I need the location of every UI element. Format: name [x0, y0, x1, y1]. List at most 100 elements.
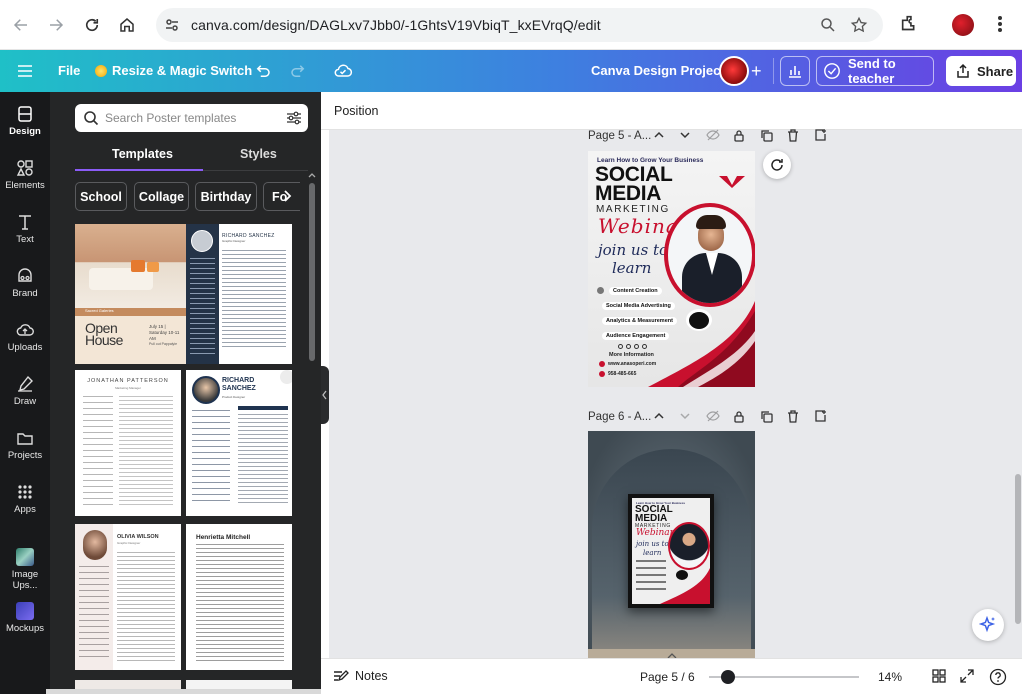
- bookmark-star-icon[interactable]: [850, 16, 868, 34]
- tab-styles[interactable]: Styles: [240, 147, 277, 161]
- editor-footer: Notes Page 5 / 6 14%: [321, 658, 1022, 694]
- image-upscaler-icon: [16, 548, 34, 566]
- duplicate-page-icon[interactable]: [760, 129, 773, 142]
- resize-label: Resize & Magic Switch: [112, 63, 253, 78]
- delete-page-icon[interactable]: [787, 410, 799, 423]
- reload-icon[interactable]: [80, 13, 104, 37]
- chip-collage[interactable]: Collage: [134, 182, 189, 211]
- address-bar[interactable]: canva.com/design/DAGLxv7Jbb0/-1GhtsV19Vb…: [156, 8, 883, 42]
- page-title[interactable]: Page 5 - A...: [588, 130, 651, 142]
- panel-scroll-thumb[interactable]: [309, 183, 315, 361]
- poster-bullet: Audience Engagement: [602, 331, 670, 340]
- zoom-level[interactable]: 14%: [878, 670, 902, 684]
- rail-item-brand[interactable]: Brand: [0, 266, 50, 299]
- page-6-canvas[interactable]: Learn How to Grow Your Business SOCIAL M…: [588, 431, 755, 658]
- canvas-scroll-thumb[interactable]: [1015, 474, 1021, 624]
- cloud-saved-icon[interactable]: [333, 61, 353, 81]
- template-card-open-house[interactable]: Sacred Galeries Open House July 15 | Sat…: [75, 224, 187, 364]
- help-icon[interactable]: [989, 668, 1007, 686]
- redo-icon[interactable]: [289, 62, 307, 80]
- template-card-resume-4[interactable]: OLIVIA WILSON Graphic Designer: [75, 524, 181, 670]
- rail-item-uploads[interactable]: Uploads: [0, 320, 50, 353]
- hide-page-icon[interactable]: [706, 410, 720, 422]
- poster-bullet: Analytics & Measurement: [602, 316, 677, 325]
- home-icon[interactable]: [115, 13, 139, 37]
- chevron-up-icon[interactable]: [653, 129, 665, 141]
- poster-bullets: Content Creation Social Media Advertisin…: [597, 283, 677, 343]
- page-5-canvas[interactable]: Learn How to Grow Your Business SOCIAL M…: [588, 151, 755, 387]
- mockups-icon: [16, 602, 34, 620]
- duplicate-page-icon[interactable]: [760, 410, 773, 423]
- project-title[interactable]: Canva Design Project: [591, 63, 725, 78]
- resize-magic-switch-button[interactable]: Resize & Magic Switch: [95, 63, 252, 78]
- chevron-right-icon[interactable]: [282, 190, 292, 202]
- zoom-lens-icon[interactable]: [819, 16, 837, 34]
- zoom-slider-knob[interactable]: [721, 670, 735, 684]
- site-settings-icon[interactable]: [164, 17, 180, 33]
- template-card-resume-3[interactable]: RICHARD SANCHEZ Product Designer: [186, 370, 292, 516]
- collapse-panel-handle[interactable]: [321, 366, 329, 424]
- profile-avatar[interactable]: [952, 14, 974, 36]
- delete-page-icon[interactable]: [787, 129, 799, 142]
- template-title: OLIVIA WILSON: [117, 534, 159, 540]
- fullscreen-icon[interactable]: [959, 668, 975, 684]
- chevron-down-icon[interactable]: [679, 410, 691, 422]
- zoom-slider[interactable]: [709, 670, 859, 684]
- url-text[interactable]: canva.com/design/DAGLxv7Jbb0/-1GhtsV19Vb…: [191, 17, 601, 33]
- extensions-icon[interactable]: [899, 13, 921, 35]
- template-search[interactable]: [75, 104, 308, 132]
- chip-school[interactable]: School: [75, 182, 127, 211]
- share-button[interactable]: Share: [946, 56, 1016, 86]
- search-input[interactable]: [105, 109, 275, 127]
- template-card-resume-2[interactable]: JONATHAN PATTERSON Marketing Manager: [75, 370, 181, 516]
- template-card-resume-1[interactable]: RICHARD SANCHEZ Graphic Designer: [186, 224, 292, 364]
- poster-portrait: [664, 203, 755, 307]
- rail-item-text[interactable]: Text: [0, 212, 50, 245]
- notes-button[interactable]: Notes: [333, 669, 388, 683]
- rail-item-elements[interactable]: Elements: [0, 158, 50, 191]
- design-icon: [0, 104, 50, 124]
- insights-button[interactable]: [780, 56, 810, 86]
- rail-item-design[interactable]: Design: [0, 104, 50, 137]
- hamburger-menu-icon[interactable]: [16, 62, 34, 80]
- filter-icon[interactable]: [286, 111, 302, 125]
- page-indicator[interactable]: Page 5 / 6: [640, 670, 695, 684]
- add-page-icon[interactable]: [814, 410, 827, 423]
- add-collaborator-icon[interactable]: +: [751, 62, 762, 80]
- rail-item-draw[interactable]: Draw: [0, 374, 50, 407]
- page-title[interactable]: Page 6 - A...: [588, 411, 651, 423]
- template-card-resume-5[interactable]: Henrietta Mitchell: [186, 524, 292, 670]
- add-page-icon[interactable]: [814, 129, 827, 142]
- rail-item-projects[interactable]: Projects: [0, 428, 50, 461]
- regenerate-icon[interactable]: [763, 151, 791, 179]
- chevron-up-icon[interactable]: [653, 410, 665, 422]
- forward-arrow-icon[interactable]: [44, 13, 68, 37]
- chevron-down-icon[interactable]: [679, 129, 691, 141]
- undo-icon[interactable]: [254, 62, 272, 80]
- rail-item-apps[interactable]: Apps: [0, 482, 50, 515]
- lock-icon[interactable]: [733, 410, 745, 423]
- browser-menu-icon[interactable]: [993, 13, 1007, 35]
- tab-templates[interactable]: Templates: [112, 147, 173, 161]
- rail-item-label: Draw: [13, 396, 37, 407]
- template-title: RICHARD SANCHEZ: [222, 377, 256, 392]
- grid-view-icon[interactable]: [931, 668, 947, 684]
- page-header-5: Page 5 - A...: [588, 126, 828, 146]
- send-to-teacher-button[interactable]: Send to teacher: [816, 56, 934, 86]
- text-icon: [0, 212, 50, 232]
- rail-item-image-upscaler[interactable]: Image Ups...: [0, 548, 50, 591]
- share-label: Share: [977, 63, 1014, 79]
- lock-icon[interactable]: [733, 129, 745, 142]
- magic-assistant-button[interactable]: [972, 609, 1004, 641]
- panel-scrollbar[interactable]: [307, 173, 317, 687]
- canvas-scrollbar[interactable]: [1014, 130, 1022, 658]
- back-arrow-icon[interactable]: [9, 13, 33, 37]
- rail-item-label: Projects: [7, 450, 43, 461]
- rail-item-mockups[interactable]: Mockups: [0, 602, 50, 634]
- globe-icon: [599, 361, 605, 367]
- position-button[interactable]: Position: [334, 104, 378, 118]
- collaborator-avatar[interactable]: [719, 56, 749, 86]
- file-menu[interactable]: File: [58, 63, 80, 78]
- hide-page-icon[interactable]: [706, 129, 720, 141]
- chip-birthday[interactable]: Birthday: [195, 182, 257, 211]
